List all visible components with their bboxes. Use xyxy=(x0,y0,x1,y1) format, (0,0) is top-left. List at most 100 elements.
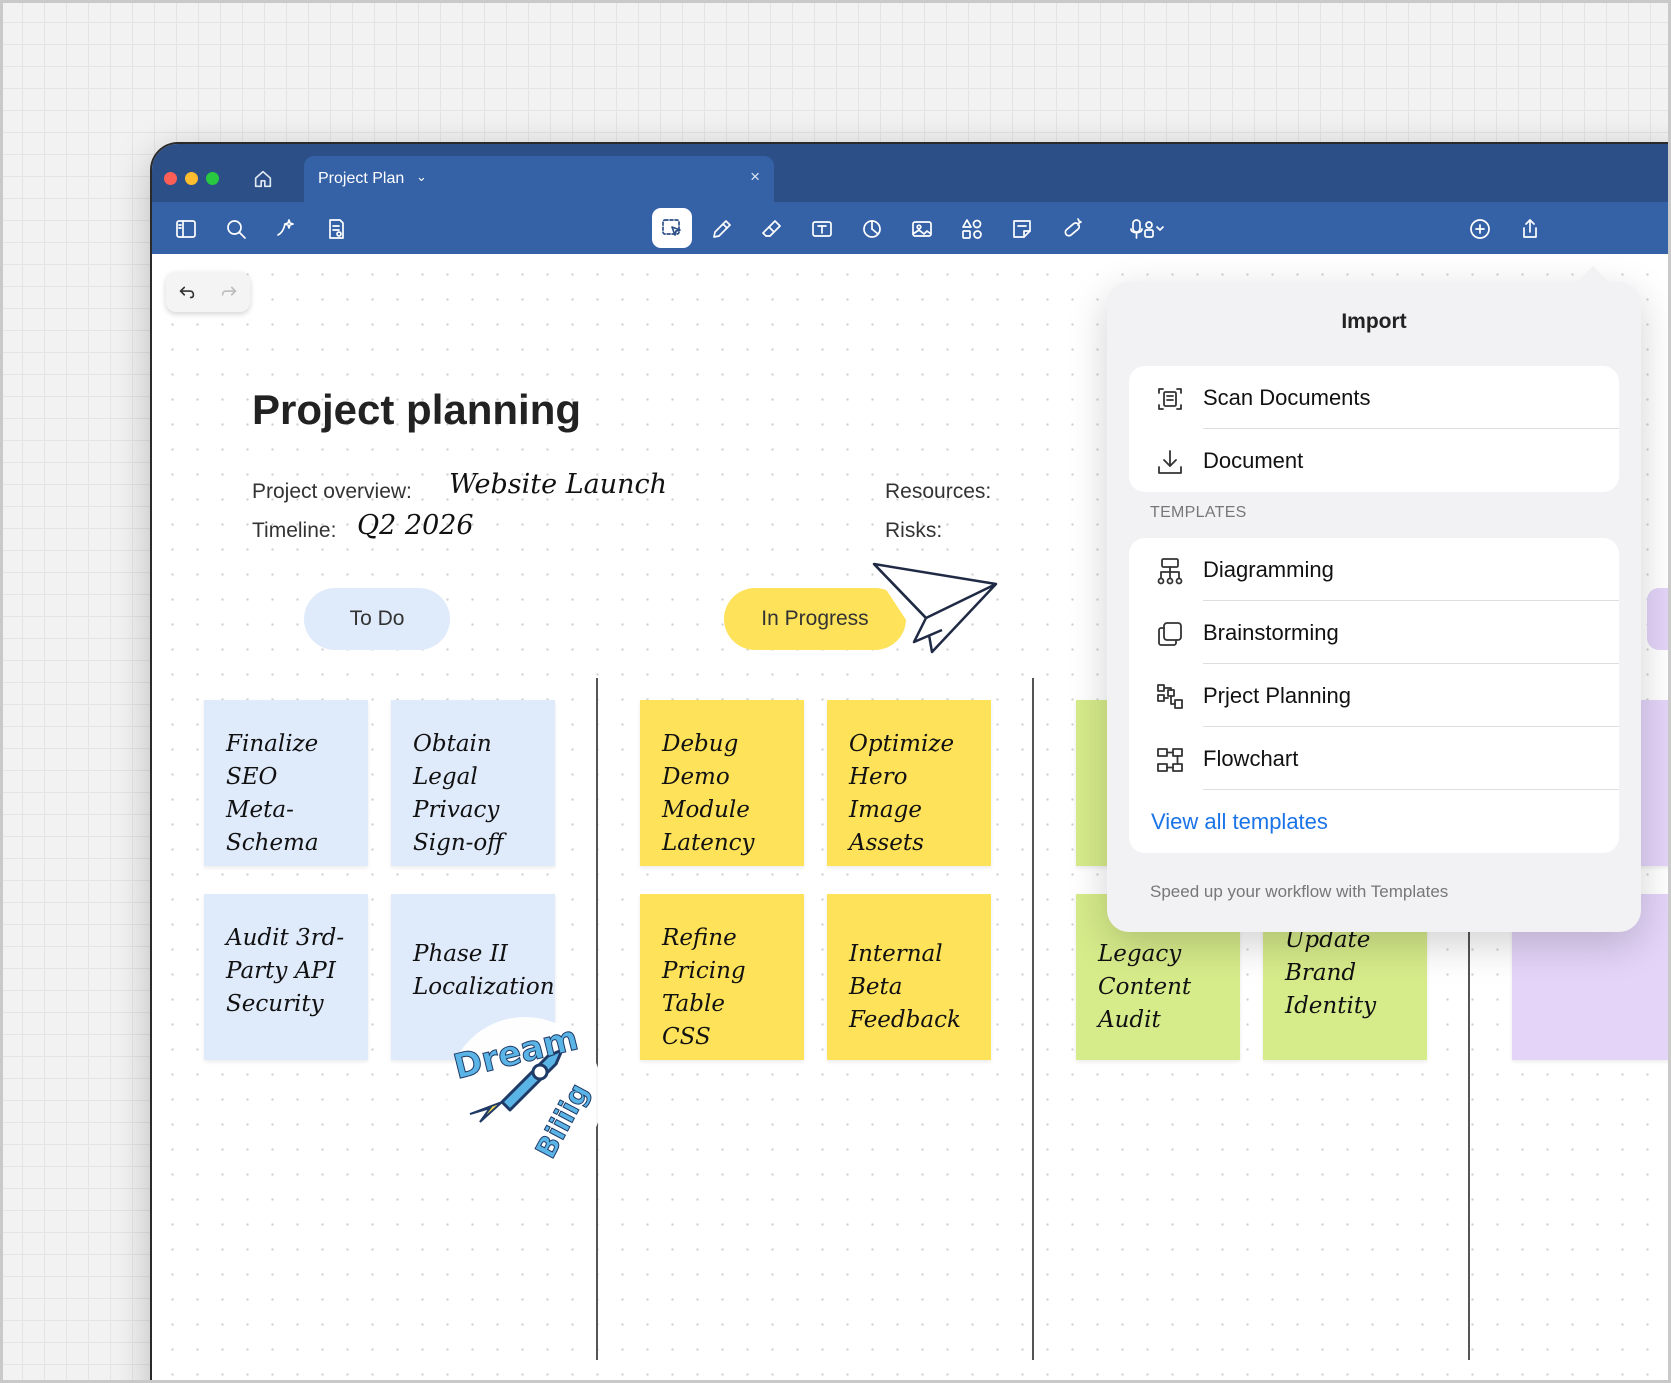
note-line: Privacy xyxy=(413,797,500,823)
note-line: Schema xyxy=(226,830,319,856)
overview-label: Project overview: xyxy=(252,480,412,503)
note-line: Security xyxy=(226,991,324,1017)
overview-value: Website Launch xyxy=(449,469,668,500)
shapes-icon[interactable] xyxy=(854,211,890,247)
pen-icon[interactable] xyxy=(704,211,740,247)
search-icon[interactable] xyxy=(218,211,254,247)
column-header-todo[interactable]: To Do xyxy=(304,588,450,650)
sticky-note[interactable]: Audit 3rd- Party API Security xyxy=(204,894,368,1060)
sticky-note[interactable]: Finalize SEO Meta- Schema xyxy=(204,700,368,866)
document-list-icon[interactable] xyxy=(318,211,354,247)
board-title: Project planning xyxy=(252,386,582,433)
title-bar: Project Plan ⌄ × xyxy=(152,144,1671,202)
resources-label: Resources: xyxy=(885,480,992,503)
timeline-label: Timeline: xyxy=(252,519,337,542)
microphone-icon[interactable] xyxy=(1120,211,1174,247)
sticky-note[interactable]: Debug Demo Module Latency xyxy=(640,700,804,866)
note-line: Localization xyxy=(413,974,555,1000)
template-label: Flowchart xyxy=(1203,745,1299,771)
undo-redo-group xyxy=(166,272,250,312)
tab-title[interactable]: Project Plan xyxy=(318,170,404,188)
zoom-window-button[interactable] xyxy=(206,172,219,185)
sticky-note-icon[interactable] xyxy=(1004,211,1040,247)
view-all-templates-link[interactable]: View all templates xyxy=(1129,790,1619,853)
menu-item-label: Scan Documents xyxy=(1203,384,1371,410)
sticky-note[interactable]: Internal Beta Feedback xyxy=(827,894,991,1060)
add-icon[interactable] xyxy=(1462,211,1498,247)
sticky-note[interactable]: Obtain Legal Privacy Sign-off xyxy=(391,700,555,866)
window-controls xyxy=(164,172,219,185)
note-line: Audit xyxy=(1098,1007,1161,1033)
note-line: Assets xyxy=(849,830,924,856)
elements-icon[interactable] xyxy=(954,211,990,247)
sticky-note[interactable]: Refine Pricing Table CSS xyxy=(640,894,804,1060)
note-line: Legacy xyxy=(1098,941,1182,967)
ai-sparkle-icon[interactable] xyxy=(268,211,304,247)
risks-label: Risks: xyxy=(885,519,943,542)
template-brainstorming[interactable]: Brainstorming xyxy=(1129,601,1619,664)
column-header-backlog[interactable]: Ba xyxy=(1647,588,1671,650)
note-line: Obtain Legal xyxy=(413,731,492,790)
sticker-tool-icon[interactable] xyxy=(1054,211,1090,247)
close-window-button[interactable] xyxy=(164,172,177,185)
toolbar xyxy=(152,202,1671,254)
view-all-templates-label: View all templates xyxy=(1151,808,1328,834)
dream-rocket-sticker[interactable]: Dream Biiiig xyxy=(440,1010,610,1180)
template-diagramming[interactable]: Diagramming xyxy=(1129,538,1619,601)
note-line: Brand xyxy=(1285,960,1357,986)
lasso-select-icon[interactable] xyxy=(652,208,692,248)
note-line: CSS xyxy=(662,1024,711,1050)
brainstorm-icon xyxy=(1155,619,1185,649)
document-tab[interactable]: Project Plan ⌄ × xyxy=(304,156,774,202)
eraser-icon[interactable] xyxy=(754,211,790,247)
column-divider xyxy=(1032,678,1034,1360)
note-line: Identity xyxy=(1285,993,1377,1019)
redo-icon[interactable] xyxy=(218,281,240,303)
note-line: Module xyxy=(662,797,750,823)
note-line: Refine xyxy=(662,925,737,951)
templates-section-header: TEMPLATES xyxy=(1150,504,1247,521)
home-icon[interactable] xyxy=(252,168,276,192)
menu-item-scan-documents[interactable]: Scan Documents xyxy=(1129,366,1619,429)
image-icon[interactable] xyxy=(904,211,940,247)
popover-arrow xyxy=(1577,266,1609,282)
download-icon xyxy=(1155,447,1185,477)
template-project-planning[interactable]: Prject Planning xyxy=(1129,664,1619,727)
templates-card: Diagramming Brainstorming Prject Plannin… xyxy=(1129,538,1619,853)
text-box-icon[interactable] xyxy=(804,211,840,247)
sidebar-icon[interactable] xyxy=(168,211,204,247)
popover-title: Import xyxy=(1341,310,1407,333)
timeline-value: Q2 2026 xyxy=(357,510,474,541)
template-label: Diagramming xyxy=(1203,556,1334,582)
note-line: Finalize SEO xyxy=(226,731,319,790)
diagram-icon xyxy=(1155,556,1185,586)
menu-item-label: Document xyxy=(1203,447,1304,473)
undo-icon[interactable] xyxy=(176,281,198,303)
note-line: Party API xyxy=(226,958,336,984)
flowchart-icon xyxy=(1155,745,1185,775)
note-line: Internal Beta xyxy=(849,941,943,1000)
popover-footer-text: Speed up your workflow with Templates xyxy=(1150,882,1449,901)
note-line: Debug Demo xyxy=(662,731,739,790)
note-line: Hero Image xyxy=(849,764,922,823)
template-flowchart[interactable]: Flowchart xyxy=(1129,727,1619,790)
note-line: Optimize xyxy=(849,731,955,757)
note-line: Pricing Table xyxy=(662,958,746,1017)
sticky-note[interactable]: Optimize Hero Image Assets xyxy=(827,700,991,866)
note-line: Phase II xyxy=(413,941,508,967)
minimize-window-button[interactable] xyxy=(185,172,198,185)
menu-item-document[interactable]: Document xyxy=(1129,429,1619,492)
chevron-down-icon[interactable]: ⌄ xyxy=(416,169,427,185)
note-line: Audit 3rd- xyxy=(226,925,345,951)
note-line: Content xyxy=(1098,974,1192,1000)
scan-document-icon xyxy=(1155,384,1185,414)
template-label: Prject Planning xyxy=(1203,682,1351,708)
import-options-card: Scan Documents Document xyxy=(1129,366,1619,492)
template-label: Brainstorming xyxy=(1203,619,1339,645)
tab-close-icon[interactable]: × xyxy=(750,167,760,187)
project-planning-icon xyxy=(1155,682,1185,712)
share-icon[interactable] xyxy=(1512,211,1548,247)
paper-plane-sticker[interactable] xyxy=(870,560,1000,660)
note-line: Meta- xyxy=(226,797,294,823)
note-line: Sign-off xyxy=(413,830,504,856)
